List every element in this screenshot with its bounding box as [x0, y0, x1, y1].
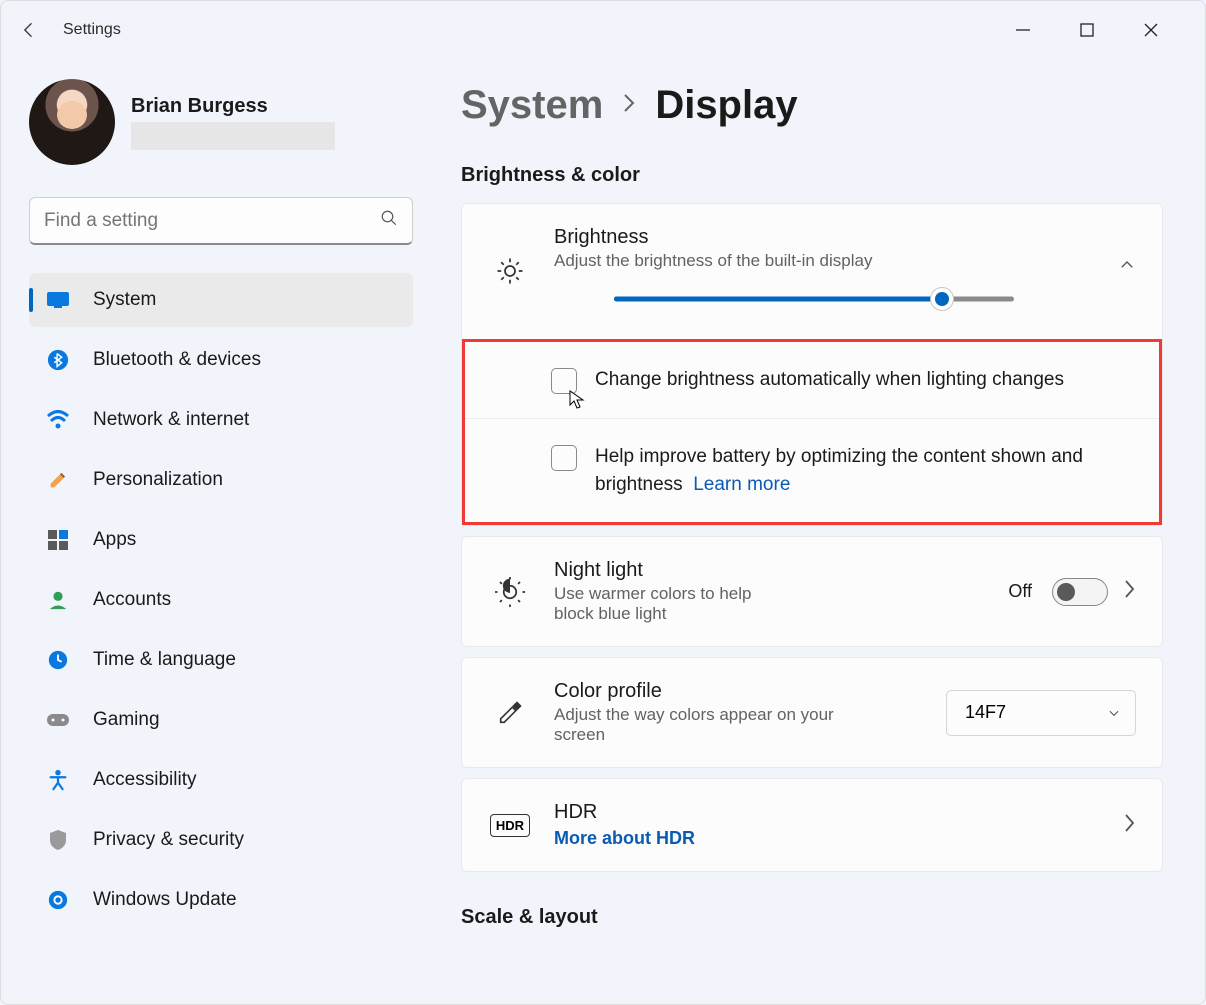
battery-optimize-checkbox[interactable] — [551, 445, 577, 471]
account-block[interactable]: Brian Burgess — [29, 79, 413, 165]
nav-label: Gaming — [93, 709, 160, 731]
hdr-card[interactable]: HDR HDR More about HDR — [461, 778, 1163, 872]
chevron-right-icon[interactable] — [1122, 578, 1136, 605]
nav-label: System — [93, 289, 156, 311]
app-title: Settings — [63, 21, 121, 39]
battery-optimize-label: Help improve battery by optimizing the c… — [595, 443, 1133, 498]
slider-thumb[interactable] — [930, 287, 954, 311]
brightness-title: Brightness — [554, 226, 1096, 249]
shield-icon — [45, 827, 71, 853]
person-icon — [45, 587, 71, 613]
search-input[interactable] — [44, 210, 380, 232]
auto-brightness-label: Change brightness automatically when lig… — [595, 366, 1064, 394]
account-name: Brian Burgess — [131, 95, 335, 118]
nav-item-accounts[interactable]: Accounts — [29, 573, 413, 627]
sidebar: Brian Burgess System Bluetooth & devices — [1, 59, 441, 1004]
gamepad-icon — [45, 707, 71, 733]
hdr-more-link[interactable]: More about HDR — [554, 828, 1100, 849]
search-icon — [380, 209, 398, 232]
close-button[interactable] — [1129, 14, 1173, 46]
bluetooth-icon — [45, 347, 71, 373]
color-profile-sub: Adjust the way colors appear on your scr… — [554, 705, 874, 745]
cursor-icon — [569, 390, 585, 410]
nav-item-personalization[interactable]: Personalization — [29, 453, 413, 507]
account-email-redacted — [131, 122, 335, 150]
night-light-title: Night light — [554, 559, 986, 582]
nav-item-windows-update[interactable]: Windows Update — [29, 873, 413, 927]
chevron-down-icon — [1107, 706, 1121, 720]
window-controls — [1001, 14, 1197, 46]
nav-label: Network & internet — [93, 409, 249, 431]
battery-optimize-row: Help improve battery by optimizing the c… — [465, 418, 1159, 522]
breadcrumb-current: Display — [655, 83, 797, 128]
night-light-sub: Use warmer colors to help block blue lig… — [554, 584, 794, 624]
brightness-icon — [488, 256, 532, 286]
night-light-state: Off — [1008, 581, 1032, 602]
wifi-icon — [45, 407, 71, 433]
update-icon — [45, 887, 71, 913]
nav-label: Personalization — [93, 469, 223, 491]
accessibility-icon — [45, 767, 71, 793]
nav-label: Accessibility — [93, 769, 196, 791]
nav-item-system[interactable]: System — [29, 273, 413, 327]
nav-label: Windows Update — [93, 889, 237, 911]
hdr-title: HDR — [554, 801, 1100, 824]
maximize-button[interactable] — [1065, 14, 1109, 46]
nav-item-network[interactable]: Network & internet — [29, 393, 413, 447]
nav-item-bluetooth[interactable]: Bluetooth & devices — [29, 333, 413, 387]
nav-item-gaming[interactable]: Gaming — [29, 693, 413, 747]
paintbrush-icon — [45, 467, 71, 493]
nav-item-time-language[interactable]: Time & language — [29, 633, 413, 687]
color-profile-title: Color profile — [554, 680, 924, 703]
section-scale-layout: Scale & layout — [461, 906, 1163, 929]
color-profile-card: Color profile Adjust the way colors appe… — [461, 657, 1163, 768]
titlebar: Settings — [1, 1, 1205, 59]
breadcrumb: System Display — [461, 83, 1163, 128]
nav-label: Accounts — [93, 589, 171, 611]
nav-item-apps[interactable]: Apps — [29, 513, 413, 567]
back-button[interactable] — [9, 10, 49, 50]
chevron-right-icon[interactable] — [1122, 812, 1136, 839]
auto-brightness-row: Change brightness automatically when lig… — [465, 342, 1159, 418]
nav-item-privacy[interactable]: Privacy & security — [29, 813, 413, 867]
learn-more-link[interactable]: Learn more — [693, 474, 790, 495]
apps-icon — [45, 527, 71, 553]
clock-globe-icon — [45, 647, 71, 673]
color-profile-dropdown[interactable]: 14F7 — [946, 690, 1136, 736]
highlighted-region: Change brightness automatically when lig… — [462, 339, 1162, 525]
night-light-icon — [488, 577, 532, 607]
section-brightness-color: Brightness & color — [461, 164, 1163, 187]
brightness-card: Brightness Adjust the brightness of the … — [461, 203, 1163, 526]
nav-label: Privacy & security — [93, 829, 244, 851]
avatar — [29, 79, 115, 165]
color-profile-value: 14F7 — [965, 702, 1006, 723]
night-light-toggle[interactable] — [1052, 578, 1108, 606]
content: System Display Brightness & color Bright… — [441, 59, 1205, 1004]
search-box[interactable] — [29, 197, 413, 245]
brightness-slider[interactable] — [614, 285, 1014, 313]
night-light-card[interactable]: Night light Use warmer colors to help bl… — [461, 536, 1163, 647]
nav-label: Time & language — [93, 649, 236, 671]
collapse-button[interactable] — [1118, 256, 1136, 279]
breadcrumb-parent[interactable]: System — [461, 83, 603, 128]
display-icon — [45, 287, 71, 313]
hdr-icon: HDR — [488, 814, 532, 837]
minimize-button[interactable] — [1001, 14, 1045, 46]
chevron-right-icon — [621, 91, 637, 120]
nav-label: Bluetooth & devices — [93, 349, 261, 371]
brightness-sub: Adjust the brightness of the built-in di… — [554, 251, 1096, 271]
nav-label: Apps — [93, 529, 136, 551]
eyedropper-icon — [488, 699, 532, 727]
nav-item-accessibility[interactable]: Accessibility — [29, 753, 413, 807]
